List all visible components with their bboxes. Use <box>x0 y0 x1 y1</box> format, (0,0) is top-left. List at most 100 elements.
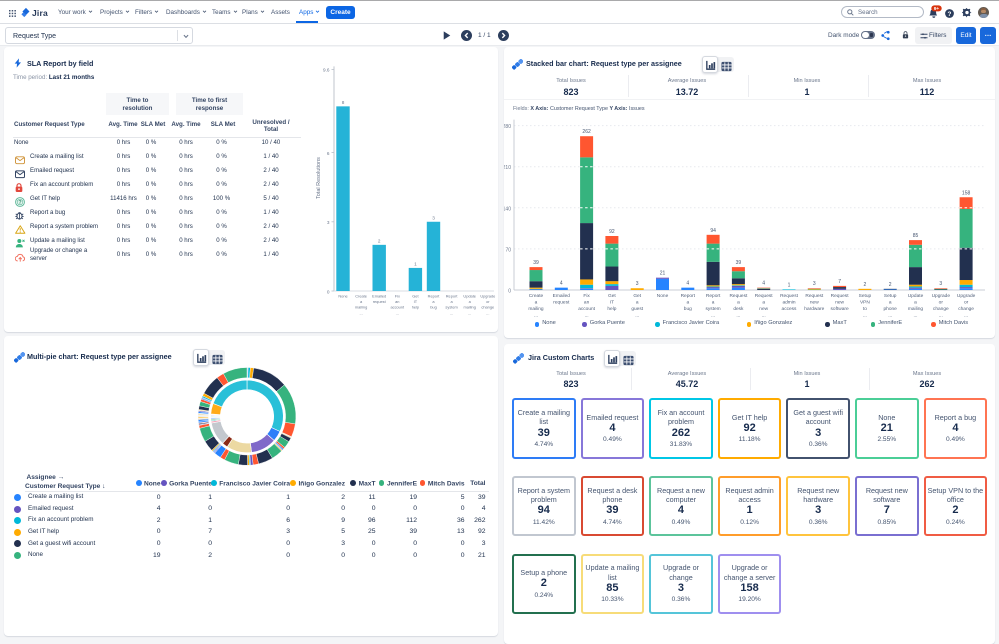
svg-text:Emailed: Emailed <box>553 293 571 299</box>
svg-text:change: change <box>481 305 494 310</box>
svg-text:...: ... <box>964 314 968 318</box>
svg-text:3: 3 <box>636 281 639 287</box>
svg-text:Report: Report <box>681 293 696 299</box>
svg-text:Create: Create <box>529 293 544 299</box>
svg-text:...: ... <box>888 314 892 318</box>
svg-text:a: a <box>737 300 740 305</box>
svg-text:6: 6 <box>327 151 330 156</box>
svg-text:Emailed: Emailed <box>372 294 386 299</box>
svg-text:Request: Request <box>831 293 850 299</box>
svg-text:a: a <box>712 300 715 305</box>
svg-text:2: 2 <box>864 282 867 288</box>
svg-text:system: system <box>445 305 457 310</box>
svg-text:request: request <box>553 299 570 305</box>
svg-text:Report: Report <box>428 294 441 299</box>
svg-text:158: 158 <box>962 190 971 196</box>
svg-text:Report: Report <box>446 294 459 299</box>
svg-text:Create: Create <box>355 294 367 299</box>
svg-text:a: a <box>762 300 765 305</box>
svg-text:70: 70 <box>505 247 511 253</box>
svg-text:request: request <box>373 299 387 304</box>
svg-text:Request: Request <box>780 293 799 299</box>
svg-text:3: 3 <box>327 220 330 225</box>
svg-text:a: a <box>686 300 689 305</box>
svg-text:a: a <box>914 300 917 305</box>
svg-text:210: 210 <box>504 165 511 171</box>
svg-text:bug: bug <box>684 306 692 312</box>
svg-text:mailing: mailing <box>528 306 544 312</box>
svg-text:a: a <box>469 299 472 304</box>
svg-text:...: ... <box>939 314 943 318</box>
svg-text:140: 140 <box>504 206 511 212</box>
svg-text:4: 4 <box>686 281 689 287</box>
svg-text:Get: Get <box>608 293 616 299</box>
svg-text:94: 94 <box>710 228 716 234</box>
svg-text:3: 3 <box>939 281 942 287</box>
svg-text:4: 4 <box>762 281 765 287</box>
svg-text:or: or <box>939 299 944 305</box>
svg-text:...: ... <box>635 314 639 318</box>
svg-text:desk: desk <box>733 306 744 312</box>
svg-text:account: account <box>578 306 595 312</box>
svg-text:...: ... <box>468 310 471 315</box>
svg-text:?: ? <box>948 10 952 17</box>
svg-text:...: ... <box>359 310 362 315</box>
svg-text:a: a <box>535 300 538 305</box>
svg-text:9.6: 9.6 <box>323 68 330 73</box>
svg-text:Update: Update <box>463 294 476 299</box>
svg-text:software: software <box>831 306 849 312</box>
svg-text:262: 262 <box>582 129 591 135</box>
svg-text:4: 4 <box>560 281 563 287</box>
svg-text:280: 280 <box>504 124 511 130</box>
svg-text:...: ... <box>711 314 715 318</box>
svg-text:None: None <box>338 294 347 299</box>
svg-text:or: or <box>486 299 490 304</box>
svg-text:change: change <box>958 306 974 312</box>
svg-text:...: ... <box>736 314 740 318</box>
svg-text:39: 39 <box>533 260 539 266</box>
svg-text:mailing: mailing <box>355 305 367 310</box>
svg-text:...: ... <box>450 310 453 315</box>
svg-text:Setup: Setup <box>859 293 872 299</box>
svg-text:a: a <box>432 299 435 304</box>
svg-text:help: help <box>412 305 419 310</box>
svg-text:21: 21 <box>660 271 666 277</box>
svg-text:Get: Get <box>633 293 641 299</box>
svg-text:7: 7 <box>838 279 841 285</box>
svg-text:Fix: Fix <box>583 293 590 299</box>
svg-text:Request: Request <box>729 293 748 299</box>
svg-text:to: to <box>863 306 867 312</box>
svg-text:1: 1 <box>414 261 417 266</box>
svg-text:Request: Request <box>805 293 824 299</box>
svg-text:2: 2 <box>889 282 892 288</box>
svg-text:3: 3 <box>813 281 816 287</box>
svg-text:hardware: hardware <box>804 306 824 312</box>
svg-text:...: ... <box>863 314 867 318</box>
svg-text:...: ... <box>762 314 766 318</box>
svg-text:a: a <box>451 299 454 304</box>
svg-text:0: 0 <box>327 289 330 294</box>
svg-text:Report: Report <box>706 293 721 299</box>
svg-text:a: a <box>889 300 892 305</box>
svg-text:system: system <box>705 306 720 312</box>
svg-text:Request: Request <box>755 293 774 299</box>
svg-text:?: ? <box>18 199 21 205</box>
svg-text:2: 2 <box>378 238 381 243</box>
svg-text:Setup: Setup <box>884 293 897 299</box>
svg-text:Get: Get <box>412 294 419 299</box>
svg-text:None: None <box>657 293 669 299</box>
svg-text:access: access <box>782 307 798 312</box>
svg-text:phone: phone <box>884 306 898 312</box>
svg-text:an: an <box>395 299 399 304</box>
svg-text:or: or <box>964 299 969 305</box>
svg-text:mailing: mailing <box>908 306 924 312</box>
svg-text:...: ... <box>585 314 589 318</box>
svg-text:85: 85 <box>913 233 919 239</box>
svg-text:...: ... <box>534 314 538 318</box>
svg-text:...: ... <box>914 314 918 318</box>
svg-text:bug: bug <box>430 305 437 310</box>
svg-text:a: a <box>636 300 639 305</box>
svg-text:0: 0 <box>508 289 511 295</box>
svg-text:...: ... <box>396 310 399 315</box>
svg-text:3: 3 <box>432 215 435 220</box>
